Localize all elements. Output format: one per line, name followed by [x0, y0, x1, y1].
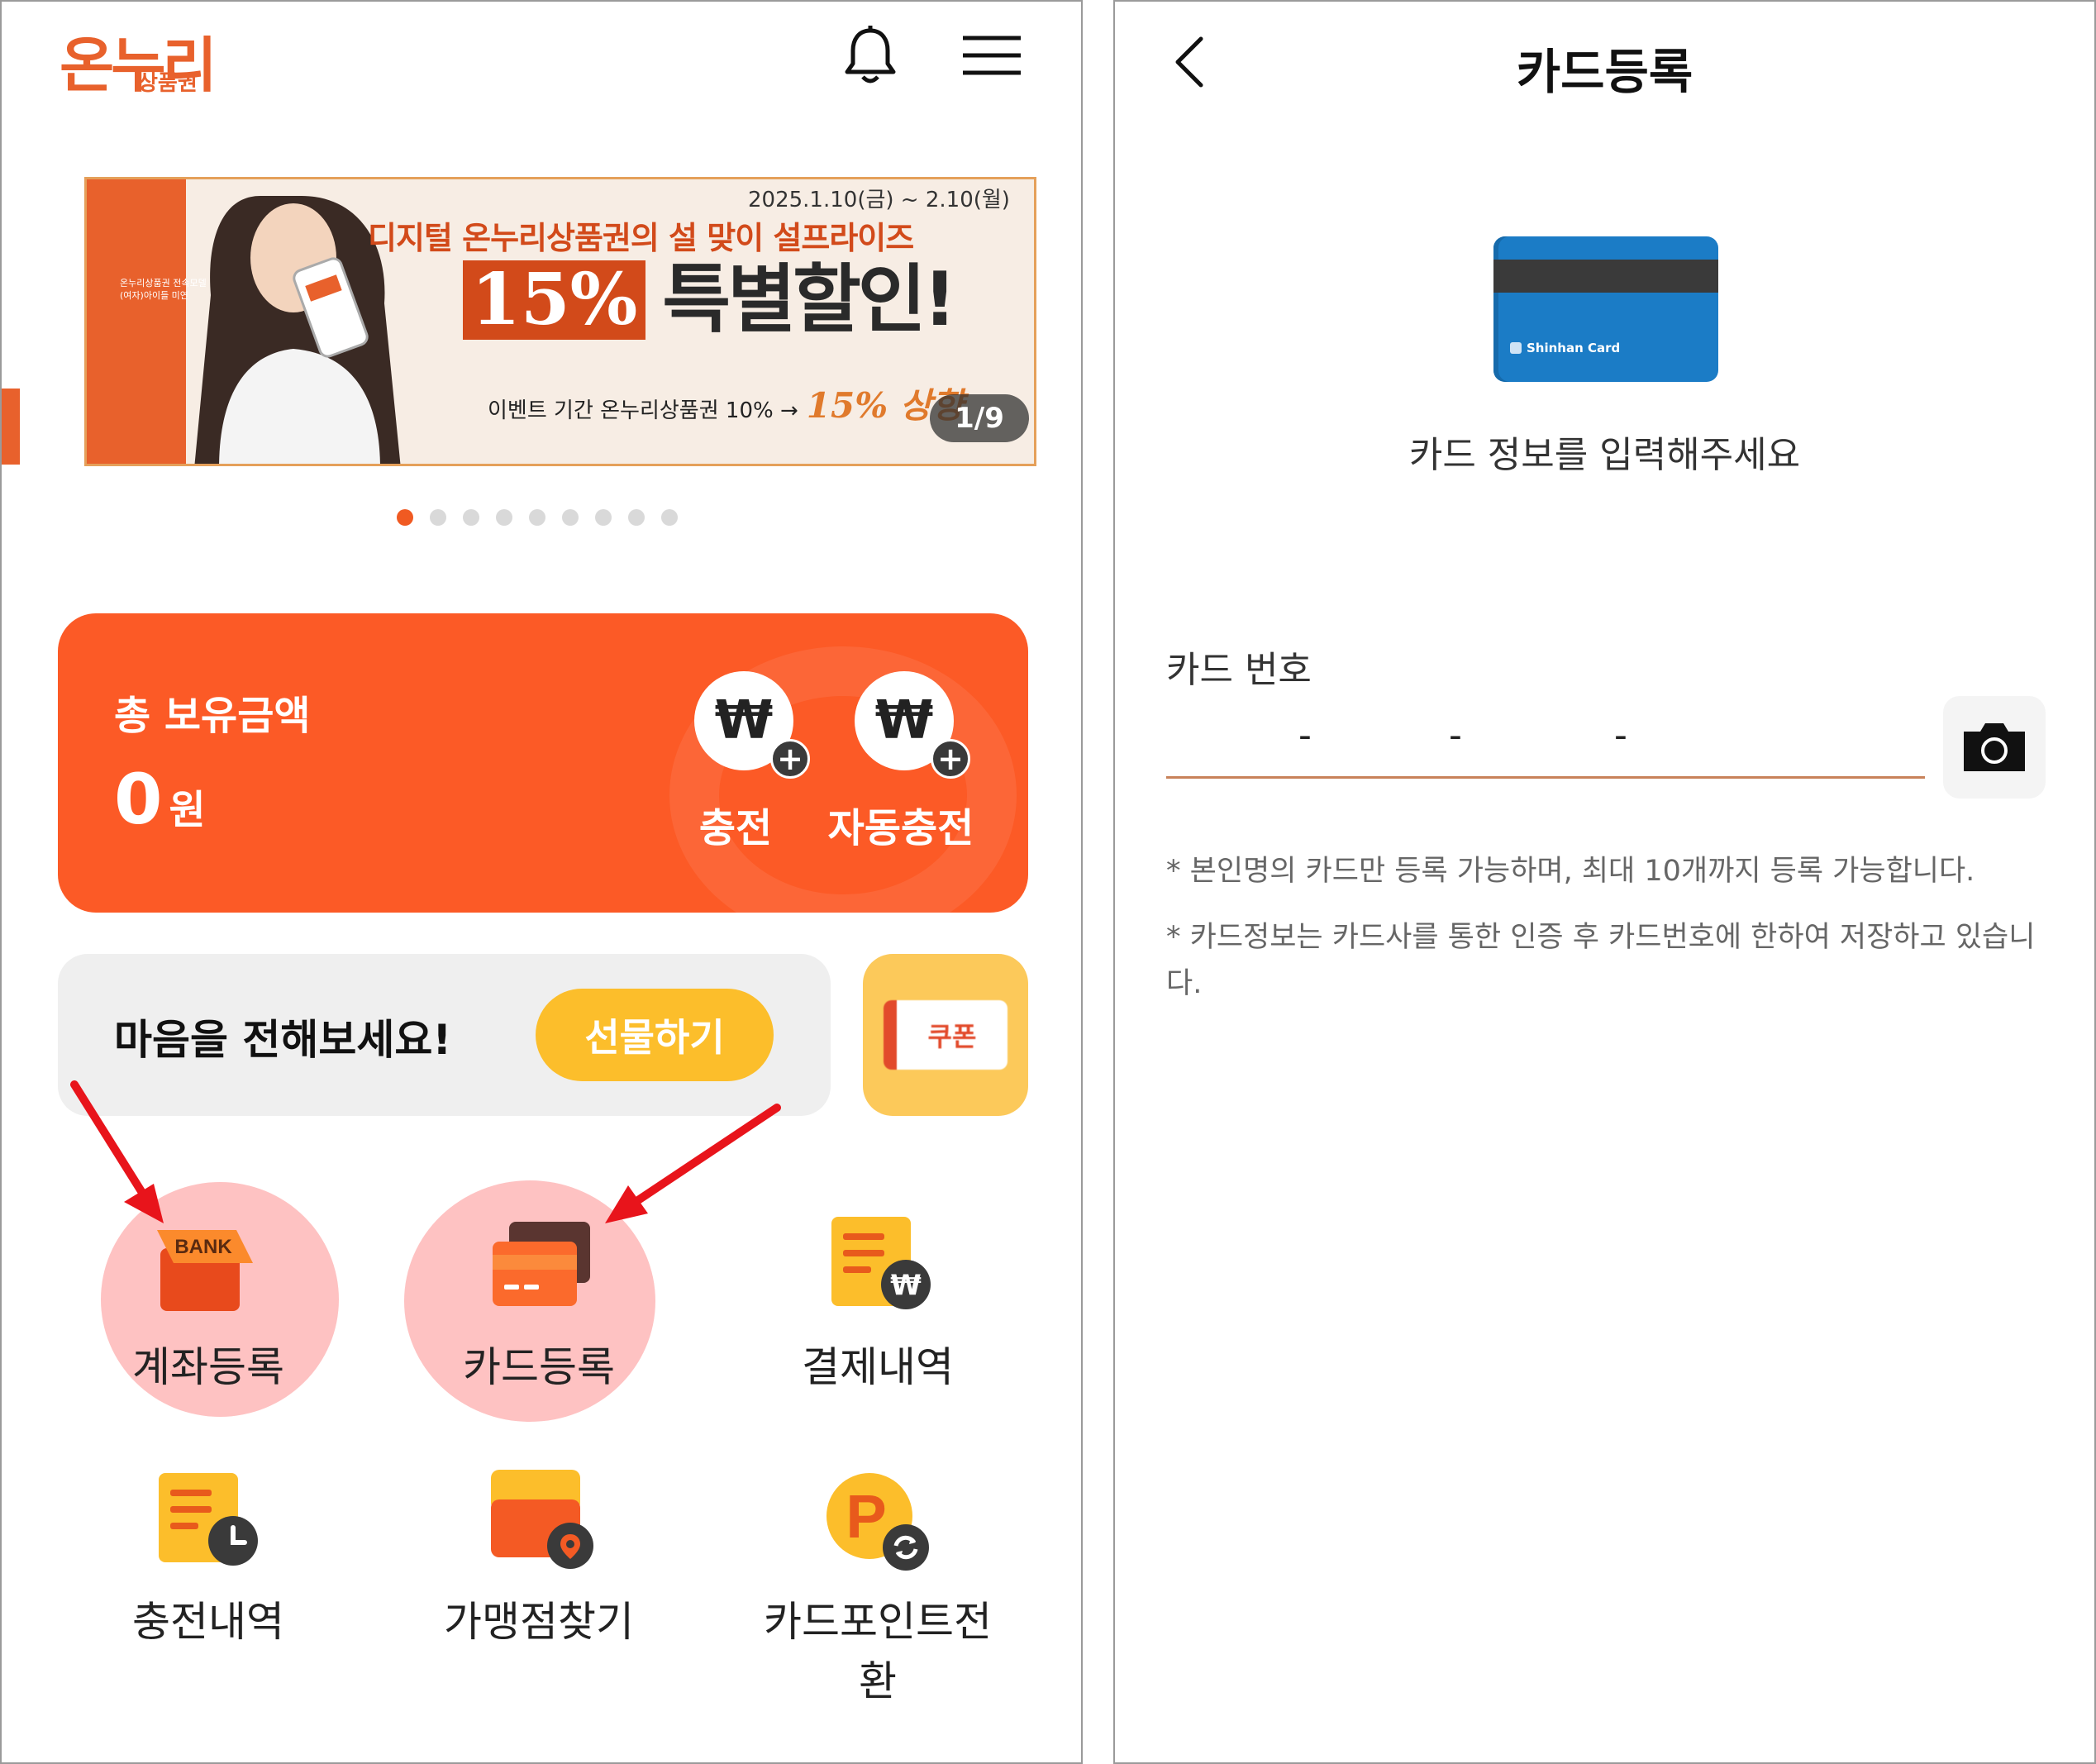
hamburger-menu-icon[interactable]	[960, 26, 1023, 84]
card-brand-label: Shinhan Card	[1510, 341, 1620, 355]
carousel-dot[interactable]	[529, 509, 545, 526]
card-register-button[interactable]: 카드등록	[407, 1192, 671, 1440]
auto-charge-button[interactable]: ₩ + 자동충전	[802, 671, 1000, 853]
carousel-dot[interactable]	[496, 509, 512, 526]
arrow-to-card-register	[634, 1104, 781, 1204]
auto-charge-label: 자동충전	[827, 805, 974, 851]
card-register-label: 카드등록	[463, 1343, 615, 1391]
store-location-icon	[491, 1470, 593, 1569]
carousel-dot[interactable]	[661, 509, 678, 526]
balance-card: 총 보유금액 0 원 ₩ + 충전 ₩ + 자동충전	[58, 613, 1028, 913]
payment-history-button[interactable]: ₩ 결제내역	[746, 1192, 1010, 1440]
camera-icon	[1964, 723, 2025, 771]
payment-history-label: 결제내역	[802, 1343, 954, 1391]
banner-date: 2025.1.10(금) ~ 2.10(월)	[748, 188, 1010, 212]
store-finder-label: 가맹점찾기	[444, 1598, 634, 1646]
banner-special: 특별할인!	[662, 256, 956, 343]
charge-history-label: 충전내역	[132, 1598, 284, 1646]
charge-label: 충전	[698, 805, 773, 851]
card-brand-mark	[1510, 342, 1522, 354]
carousel-dot[interactable]	[628, 509, 645, 526]
store-finder-button[interactable]: 가맹점찾기	[407, 1453, 671, 1701]
page-title: 카드등록	[1516, 44, 1693, 100]
coupon-button[interactable]: 쿠폰	[863, 954, 1028, 1116]
point-icon-text: P	[846, 1482, 886, 1551]
bell-icon[interactable]	[836, 22, 904, 90]
point-convert-label: 카드포인트전환	[764, 1598, 992, 1705]
card-register-screen: 카드등록 Shinhan Card 카드 정보를 입력해주세요 카드 번호 - …	[1113, 0, 2096, 1764]
card-number-separator: -	[1298, 714, 1312, 756]
account-register-label: 계좌등록	[132, 1343, 284, 1391]
camera-scan-button[interactable]	[1943, 696, 2046, 799]
banner-headline: 15% 특별할인!	[463, 256, 957, 343]
home-screen: 온누리 상품권 온누리상품권 전속모델 (여자)아이들 미연 2025.1.10…	[0, 0, 1083, 1764]
card-number-label: 카드 번호	[1166, 649, 1312, 691]
banner-page-counter: 1/9	[930, 394, 1029, 442]
card-icon	[493, 1222, 590, 1306]
card-number-separator: -	[1449, 714, 1462, 756]
account-register-button[interactable]: BANK 계좌등록	[76, 1192, 341, 1440]
gift-button[interactable]: 선물하기	[536, 989, 774, 1081]
carousel-indicator	[397, 509, 678, 526]
balance-value: 0	[114, 759, 163, 840]
balance-unit: 원	[169, 787, 206, 833]
gift-message: 마음을 전해보세요!	[114, 1016, 452, 1064]
card-number-input[interactable]: - - -	[1166, 714, 1925, 779]
onnuri-logo[interactable]: 온누리 상품권	[60, 17, 217, 100]
adjacent-banner-edge	[2, 389, 20, 465]
bank-icon-text: BANK	[174, 1236, 232, 1258]
card-notice-2: * 카드정보는 카드사를 통한 인증 후 카드번호에 한하여 저장하고 있습니다…	[1166, 921, 2036, 1000]
balance-label: 총 보유금액	[114, 693, 311, 739]
balance-amount: 0 원	[114, 759, 206, 840]
card-notice-1: * 본인명의 카드만 등록 가능하며, 최대 10개까지 등록 가능합니다.	[1166, 855, 1975, 888]
gift-panel: 마음을 전해보세요! 선물하기	[58, 954, 831, 1116]
banner-title: 디지털 온누리상품권의 설 맞이 설프라이즈	[368, 220, 914, 256]
card-info-prompt: 카드 정보를 입력해주세요	[1408, 434, 1801, 476]
bank-icon: BANK	[157, 1230, 253, 1311]
carousel-dot[interactable]	[463, 509, 479, 526]
credit-card-illustration: Shinhan Card	[1493, 236, 1718, 382]
card-magnetic-stripe	[1493, 260, 1718, 293]
logo-sub-text: 상품권	[138, 71, 198, 96]
card-brand-text: Shinhan Card	[1527, 341, 1621, 355]
won-symbol-text: ₩	[890, 1269, 922, 1302]
banner-footnote: 이벤트 기간 온누리상품권 10% → 15% 상향	[488, 378, 964, 428]
charge-button[interactable]: ₩ + 충전	[653, 671, 818, 853]
receipt-won-icon: ₩	[831, 1217, 931, 1309]
card-number-separator: -	[1614, 714, 1627, 756]
carousel-dot[interactable]	[562, 509, 579, 526]
receipt-clock-icon	[159, 1473, 258, 1566]
carousel-dot[interactable]	[397, 509, 413, 526]
charge-history-button[interactable]: 충전내역	[76, 1453, 341, 1701]
banner-foot-text: 이벤트 기간 온누리상품권 10% →	[488, 398, 798, 423]
point-convert-button[interactable]: P 카드포인트전환	[746, 1453, 1010, 1705]
plus-icon: +	[931, 739, 970, 779]
carousel-dot[interactable]	[430, 509, 446, 526]
banner-percent: 15%	[463, 260, 646, 340]
promo-banner[interactable]: 온누리상품권 전속모델 (여자)아이들 미연 2025.1.10(금) ~ 2.…	[84, 177, 1036, 466]
point-convert-icon: P	[826, 1473, 929, 1571]
carousel-dot[interactable]	[595, 509, 612, 526]
coupon-icon: 쿠폰	[884, 1000, 1008, 1070]
